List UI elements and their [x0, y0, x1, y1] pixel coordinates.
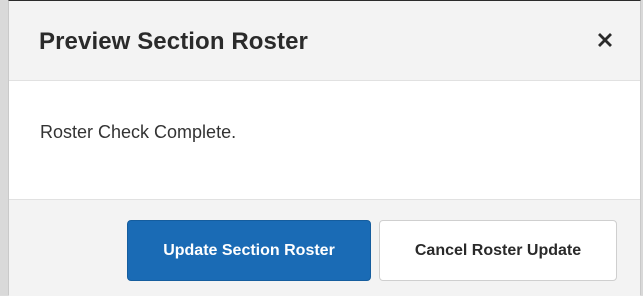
close-icon	[598, 33, 612, 47]
preview-section-roster-dialog: Preview Section Roster Roster Check Comp…	[8, 0, 641, 296]
dialog-header: Preview Section Roster	[9, 1, 640, 81]
close-button[interactable]	[594, 29, 616, 51]
roster-check-message: Roster Check Complete.	[40, 122, 237, 142]
update-section-roster-button[interactable]: Update Section Roster	[127, 220, 371, 281]
dialog-title: Preview Section Roster	[39, 28, 308, 55]
dialog-footer: Update Section Roster Cancel Roster Upda…	[9, 199, 640, 296]
cancel-roster-update-button[interactable]: Cancel Roster Update	[379, 220, 617, 281]
dialog-body: Roster Check Complete.	[9, 81, 640, 199]
